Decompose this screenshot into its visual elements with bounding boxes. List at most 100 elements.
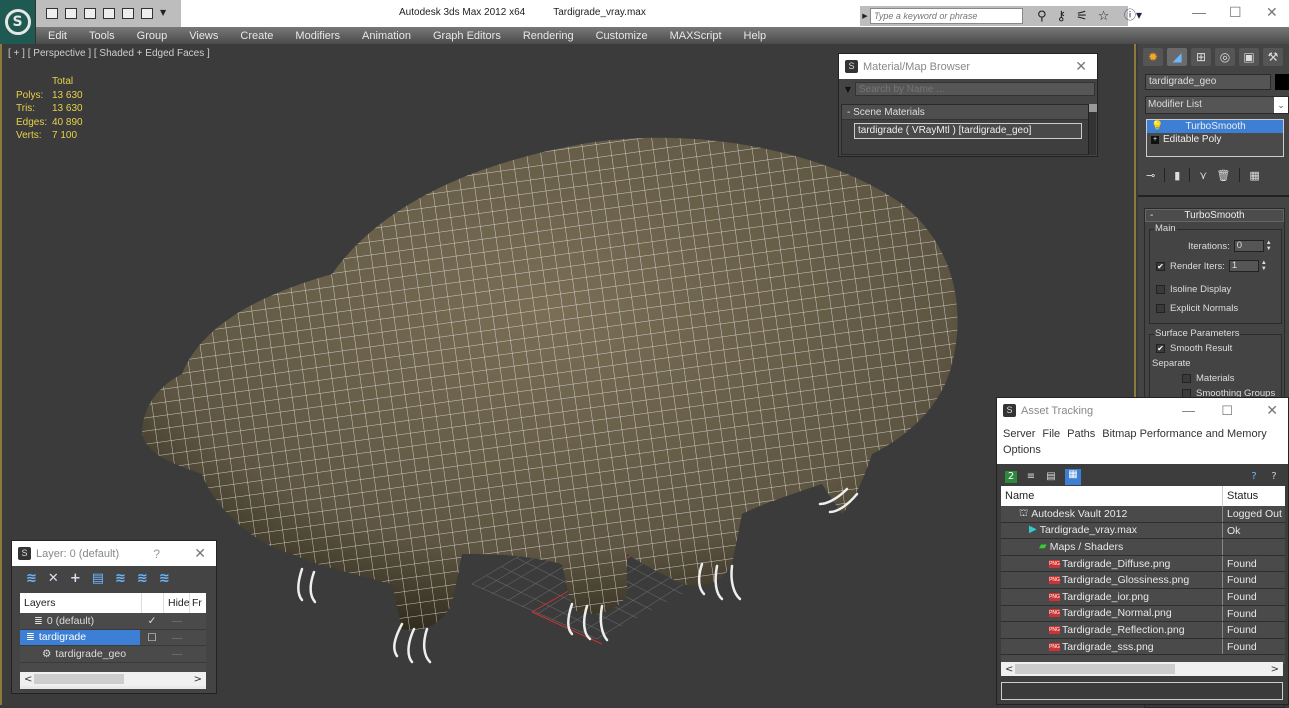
asset-row[interactable]: ▶ Tardigrade_vray.max Ok	[1001, 522, 1285, 540]
hide-toggle[interactable]: —	[164, 630, 190, 646]
hide-toggle[interactable]: —	[164, 613, 190, 629]
asset-row[interactable]: PNG Tardigrade_Glossiness.png Found	[1001, 572, 1285, 589]
help-button[interactable]: ?	[153, 547, 160, 561]
column-header-name[interactable]: Name	[1001, 486, 1223, 506]
column-header-hide[interactable]: Hide	[164, 593, 190, 613]
minimize-button[interactable]: —	[1192, 4, 1206, 20]
key-icon[interactable]: ⚷	[1057, 9, 1067, 24]
stack-item-turbosmooth[interactable]: 💡 TurboSmooth	[1147, 120, 1283, 133]
star-icon[interactable]: ☆	[1098, 9, 1110, 24]
current-layer-toggle[interactable]	[140, 646, 164, 662]
maximize-button[interactable]: ☐	[1229, 4, 1242, 21]
menu-rendering[interactable]: Rendering	[511, 30, 584, 42]
menu-server[interactable]: Server	[1003, 428, 1035, 440]
stack-item-editable-poly[interactable]: + Editable Poly	[1147, 133, 1283, 146]
close-icon[interactable]: ✕	[194, 545, 206, 562]
menu-tools[interactable]: Tools	[77, 30, 125, 42]
table-view-icon[interactable]: ▦	[1065, 469, 1081, 485]
create-layer-icon[interactable]: ≋	[26, 571, 37, 586]
create-tab-icon[interactable]: ✹	[1143, 48, 1163, 66]
add-to-layer-icon[interactable]: +	[70, 571, 81, 586]
modify-tab-icon[interactable]: ◢	[1167, 48, 1187, 66]
tree-view-icon[interactable]: ▤	[1045, 471, 1057, 483]
scroll-right-icon[interactable]: >	[194, 674, 202, 685]
asset-tracking-titlebar[interactable]: S Asset Tracking — ☐ ✕	[997, 398, 1288, 423]
asset-row[interactable]: PNG Tardigrade_ior.png Found	[1001, 588, 1285, 606]
spinner-arrows-icon[interactable]: ▲ ▼	[1261, 260, 1269, 272]
close-icon[interactable]: ✕	[1075, 58, 1087, 75]
spinner-arrows-icon[interactable]: ▲ ▼	[1266, 240, 1274, 252]
explicit-normals-checkbox[interactable]	[1156, 304, 1165, 313]
open-file-icon[interactable]	[46, 8, 58, 19]
asset-row[interactable]: PNG Tardigrade_Normal.png Found	[1001, 605, 1285, 623]
hide-toggle[interactable]: —	[164, 646, 190, 662]
iterations-spinner[interactable]: 0	[1233, 240, 1264, 252]
help-icon[interactable]: ⓘ▾	[1124, 6, 1142, 23]
expand-icon[interactable]: +	[1151, 135, 1159, 144]
redo-icon[interactable]	[103, 8, 115, 19]
context-help-icon[interactable]: ?	[1268, 471, 1280, 483]
select-objects-icon[interactable]: ▤	[92, 571, 104, 586]
help-icon[interactable]: ?	[1248, 471, 1260, 483]
layer-row[interactable]: ≣ tardigrade ☐ —	[20, 629, 206, 646]
scroll-right-icon[interactable]: >	[1271, 664, 1279, 675]
select-layer-icon[interactable]: ≋	[115, 571, 126, 586]
isoline-display-checkbox[interactable]	[1156, 285, 1165, 294]
refresh-icon[interactable]: 2	[1005, 471, 1017, 483]
column-header-layers[interactable]: Layers	[20, 593, 142, 613]
close-button[interactable]: ✕	[1266, 4, 1278, 21]
rollout-header[interactable]: - TurboSmooth	[1145, 209, 1284, 222]
horizontal-scrollbar[interactable]: < >	[1001, 662, 1283, 676]
layer-row[interactable]: ⚙ tardigrade_geo —	[20, 646, 206, 663]
menu-group[interactable]: Group	[125, 30, 178, 42]
keyword-search-input[interactable]	[870, 8, 1023, 24]
hierarchy-tab-icon[interactable]: ⊞	[1191, 48, 1211, 66]
modifier-list-dropdown[interactable]: Modifier List ⌄	[1145, 96, 1289, 114]
horizontal-scrollbar[interactable]: < >	[20, 672, 206, 686]
highlight-layer-icon[interactable]: ≋	[137, 571, 148, 586]
remove-modifier-icon[interactable]: 🗑	[1216, 169, 1230, 182]
menu-animation[interactable]: Animation	[350, 30, 421, 42]
menu-bitmap-performance[interactable]: Bitmap Performance and Memory	[1102, 428, 1266, 440]
display-tab-icon[interactable]: ▣	[1239, 48, 1259, 66]
asset-path-field[interactable]	[1001, 682, 1283, 700]
asset-row[interactable]: PNG Tardigrade_Reflection.png Found	[1001, 622, 1285, 639]
current-layer-toggle[interactable]: ☐	[140, 630, 164, 646]
layer-row[interactable]: ≣ 0 (default) ✓ —	[20, 613, 206, 630]
menu-options[interactable]: Options	[1003, 444, 1041, 456]
layer-manager-titlebar[interactable]: S Layer: 0 (default) ? ✕	[12, 541, 216, 566]
current-layer-toggle[interactable]: ✓	[140, 613, 164, 629]
search-by-name-input[interactable]	[855, 82, 1095, 96]
asset-row[interactable]: PNG Tardigrade_sss.png Found	[1001, 638, 1285, 656]
material-browser-titlebar[interactable]: S Material/Map Browser ✕	[839, 54, 1097, 79]
options-dropdown-icon[interactable]: ▼	[841, 85, 855, 94]
scrollbar-thumb[interactable]	[1089, 104, 1097, 112]
configure-sets-icon[interactable]: ▦	[1249, 169, 1259, 182]
close-icon[interactable]: ✕	[1266, 402, 1278, 419]
fetch-icon[interactable]	[141, 8, 153, 19]
viewport-label[interactable]: [ + ] [ Perspective ] [ Shaded + Edged F…	[8, 48, 210, 59]
motion-tab-icon[interactable]: ◎	[1215, 48, 1235, 66]
column-header-freeze[interactable]: Fr	[190, 593, 202, 613]
undo-icon[interactable]	[84, 8, 96, 19]
smooth-result-checkbox[interactable]: ✔	[1156, 344, 1165, 353]
scrollbar[interactable]	[1088, 104, 1097, 155]
show-end-result-icon[interactable]: ▮	[1174, 169, 1180, 182]
menu-maxscript[interactable]: MAXScript	[658, 30, 732, 42]
utilities-tab-icon[interactable]: ⚒	[1263, 48, 1283, 66]
object-color-swatch[interactable]	[1275, 74, 1289, 90]
render-iters-spinner[interactable]: 1	[1228, 260, 1259, 272]
scene-materials-section[interactable]: - Scene Materials	[842, 105, 1088, 120]
satellite-icon[interactable]: ⚟	[1076, 9, 1088, 24]
menu-graph-editors[interactable]: Graph Editors	[421, 30, 511, 42]
minimize-button[interactable]: —	[1182, 403, 1195, 418]
pin-stack-icon[interactable]: ⊸	[1146, 169, 1155, 182]
lightbulb-icon[interactable]: 💡	[1151, 120, 1163, 133]
save-file-icon[interactable]	[65, 8, 77, 19]
render-iters-checkbox[interactable]: ✔	[1156, 261, 1165, 271]
menu-edit[interactable]: Edit	[36, 30, 77, 42]
scrollbar-thumb[interactable]	[1015, 664, 1175, 674]
scroll-left-icon[interactable]: <	[24, 674, 32, 685]
menu-help[interactable]: Help	[732, 30, 777, 42]
hide-all-layers-icon[interactable]: ≋	[159, 571, 170, 586]
